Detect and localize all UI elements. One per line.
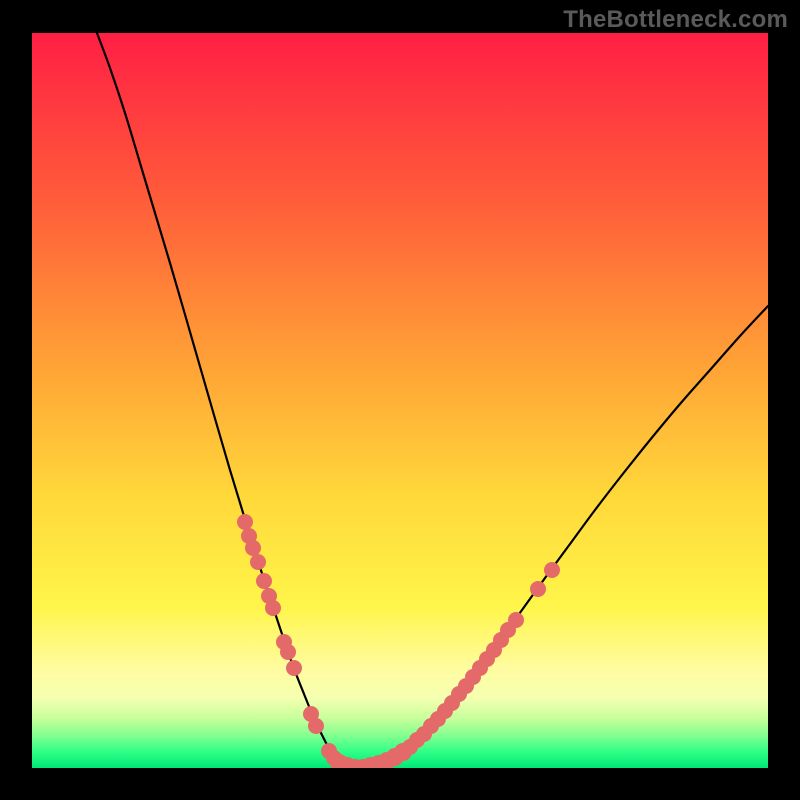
- chart-stage: TheBottleneck.com: [0, 0, 800, 800]
- marker-dot: [256, 573, 272, 589]
- marker-dot: [286, 660, 302, 676]
- marker-dot: [250, 554, 266, 570]
- marker-dot: [308, 718, 324, 734]
- watermark-text: TheBottleneck.com: [563, 6, 788, 34]
- marker-dot: [237, 514, 253, 530]
- chart-plot: [32, 33, 768, 768]
- marker-dot: [544, 562, 560, 578]
- chart-svg: [32, 33, 768, 768]
- marker-dot: [280, 644, 296, 660]
- marker-dot: [245, 540, 261, 556]
- marker-dot: [265, 600, 281, 616]
- marker-dot: [508, 612, 524, 628]
- chart-background: [32, 33, 768, 768]
- marker-dot: [530, 581, 546, 597]
